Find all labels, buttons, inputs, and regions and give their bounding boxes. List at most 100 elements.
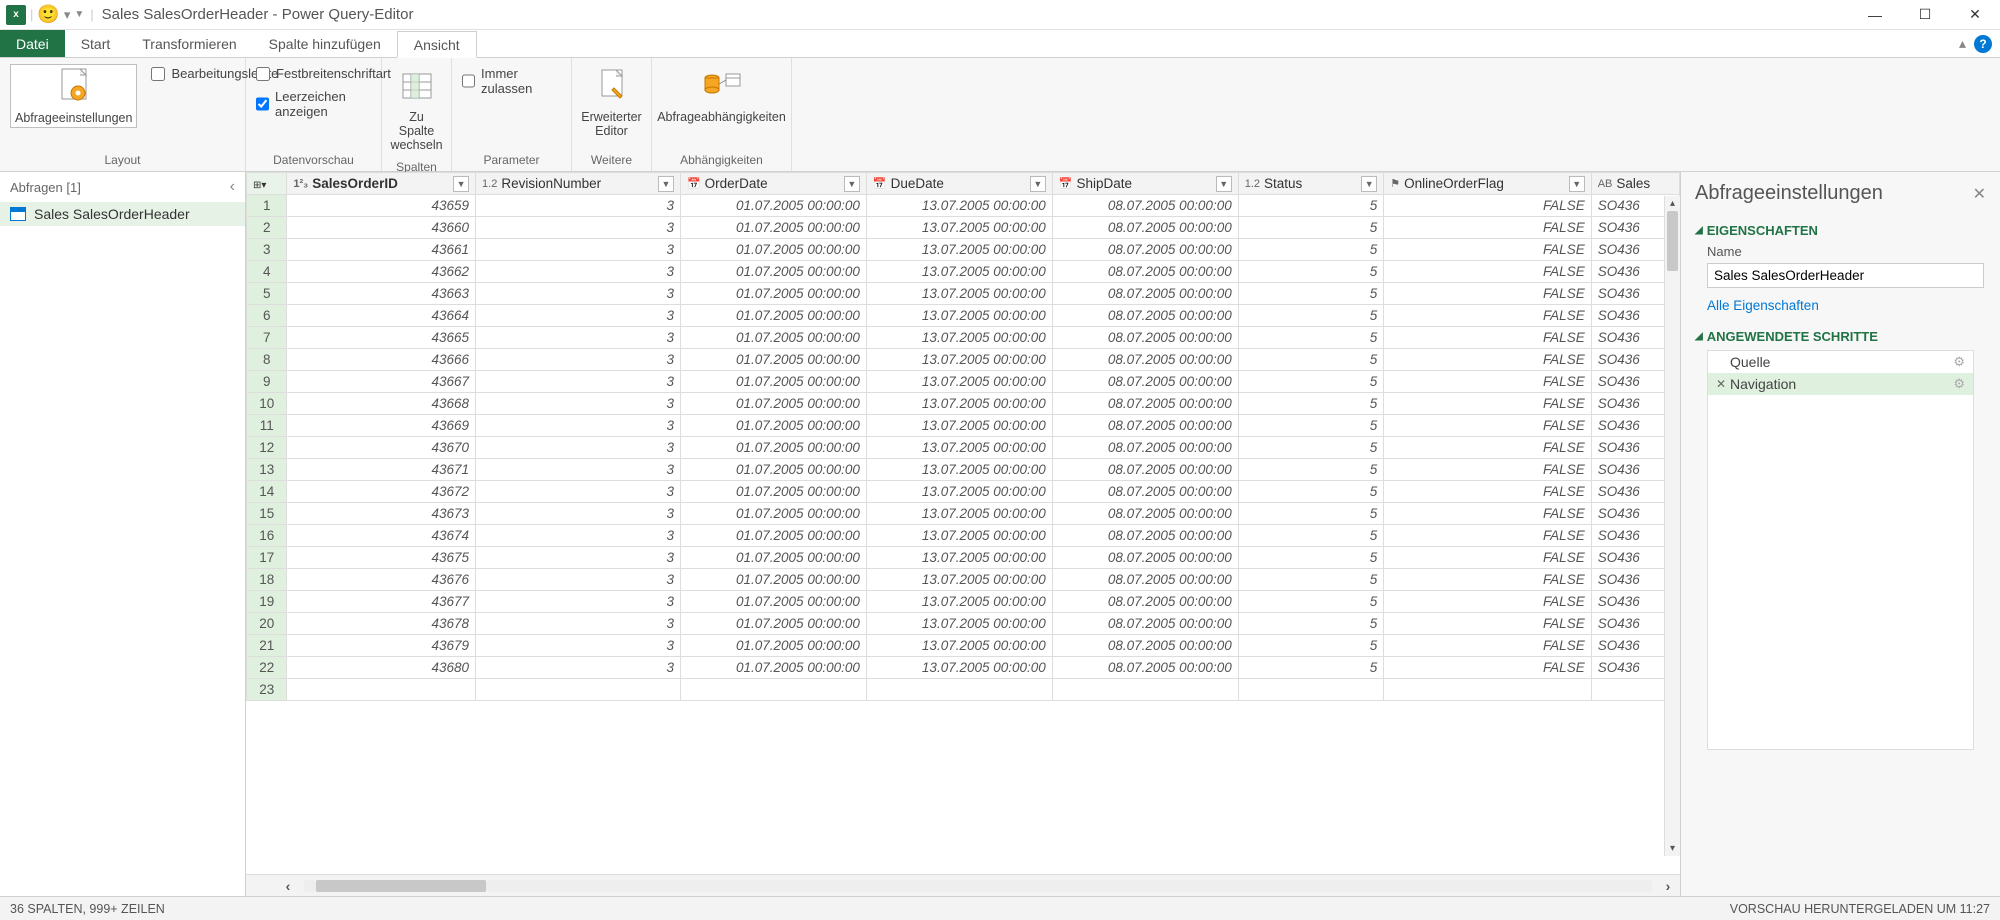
cell-status[interactable]: [1238, 679, 1384, 701]
go-to-column-button[interactable]: Zu Spalte wechseln: [386, 64, 446, 154]
tab-view[interactable]: Ansicht: [397, 31, 477, 58]
cell-orderdate[interactable]: 01.07.2005 00:00:00: [680, 195, 866, 217]
cell-revision[interactable]: 3: [476, 393, 681, 415]
cell-revision[interactable]: 3: [476, 569, 681, 591]
cell-onlineorderflag[interactable]: FALSE: [1384, 283, 1591, 305]
row-number[interactable]: 1: [247, 195, 287, 217]
always-allow-checkbox[interactable]: Immer zulassen: [462, 66, 561, 96]
filter-dropdown-icon[interactable]: ▼: [453, 176, 469, 192]
scroll-right-icon[interactable]: ›: [1656, 878, 1680, 894]
row-number[interactable]: 21: [247, 635, 287, 657]
query-name-input[interactable]: [1707, 263, 1984, 288]
cell-revision[interactable]: 3: [476, 459, 681, 481]
cell-salesorderid[interactable]: 43664: [287, 305, 476, 327]
cell-orderdate[interactable]: 01.07.2005 00:00:00: [680, 525, 866, 547]
help-icon[interactable]: ?: [1974, 35, 1992, 53]
table-corner[interactable]: ⊞▾: [247, 173, 287, 195]
cell-shipdate[interactable]: 08.07.2005 00:00:00: [1052, 261, 1238, 283]
cell-shipdate[interactable]: 08.07.2005 00:00:00: [1052, 415, 1238, 437]
cell-onlineorderflag[interactable]: FALSE: [1384, 371, 1591, 393]
cell-duedate[interactable]: 13.07.2005 00:00:00: [866, 613, 1052, 635]
cell-onlineorderflag[interactable]: FALSE: [1384, 393, 1591, 415]
cell-status[interactable]: 5: [1238, 239, 1384, 261]
cell-status[interactable]: 5: [1238, 349, 1384, 371]
row-number[interactable]: 7: [247, 327, 287, 349]
cell-status[interactable]: 5: [1238, 503, 1384, 525]
cell-status[interactable]: 5: [1238, 393, 1384, 415]
cell-shipdate[interactable]: 08.07.2005 00:00:00: [1052, 481, 1238, 503]
cell-duedate[interactable]: 13.07.2005 00:00:00: [866, 569, 1052, 591]
cell-shipdate[interactable]: 08.07.2005 00:00:00: [1052, 613, 1238, 635]
cell-shipdate[interactable]: 08.07.2005 00:00:00: [1052, 239, 1238, 261]
row-number[interactable]: 20: [247, 613, 287, 635]
cell-duedate[interactable]: 13.07.2005 00:00:00: [866, 371, 1052, 393]
table-row[interactable]: 943667301.07.2005 00:00:0013.07.2005 00:…: [247, 371, 1680, 393]
cell-status[interactable]: 5: [1238, 481, 1384, 503]
table-row[interactable]: 1843676301.07.2005 00:00:0013.07.2005 00…: [247, 569, 1680, 591]
cell-orderdate[interactable]: 01.07.2005 00:00:00: [680, 371, 866, 393]
qat-overflow-icon[interactable]: ▼: [74, 9, 84, 20]
cell-duedate[interactable]: 13.07.2005 00:00:00: [866, 239, 1052, 261]
cell-onlineorderflag[interactable]: FALSE: [1384, 327, 1591, 349]
cell-duedate[interactable]: 13.07.2005 00:00:00: [866, 415, 1052, 437]
cell-orderdate[interactable]: 01.07.2005 00:00:00: [680, 503, 866, 525]
smiley-icon[interactable]: 🙂: [37, 4, 59, 25]
cell-shipdate[interactable]: 08.07.2005 00:00:00: [1052, 525, 1238, 547]
scroll-down-icon[interactable]: ▾: [1670, 841, 1675, 856]
cell-shipdate[interactable]: 08.07.2005 00:00:00: [1052, 437, 1238, 459]
cell-orderdate[interactable]: 01.07.2005 00:00:00: [680, 635, 866, 657]
cell-shipdate[interactable]: 08.07.2005 00:00:00: [1052, 283, 1238, 305]
cell-salesorderid[interactable]: 43670: [287, 437, 476, 459]
row-number[interactable]: 17: [247, 547, 287, 569]
cell-status[interactable]: 5: [1238, 217, 1384, 239]
cell-shipdate[interactable]: 08.07.2005 00:00:00: [1052, 217, 1238, 239]
row-number[interactable]: 16: [247, 525, 287, 547]
cell-orderdate[interactable]: 01.07.2005 00:00:00: [680, 415, 866, 437]
cell-duedate[interactable]: 13.07.2005 00:00:00: [866, 305, 1052, 327]
table-row[interactable]: 343661301.07.2005 00:00:0013.07.2005 00:…: [247, 239, 1680, 261]
vertical-scrollbar[interactable]: ▴ ▾: [1664, 196, 1680, 856]
cell-onlineorderflag[interactable]: FALSE: [1384, 195, 1591, 217]
cell-orderdate[interactable]: 01.07.2005 00:00:00: [680, 569, 866, 591]
cell-shipdate[interactable]: 08.07.2005 00:00:00: [1052, 459, 1238, 481]
cell-onlineorderflag[interactable]: FALSE: [1384, 635, 1591, 657]
cell-shipdate[interactable]: 08.07.2005 00:00:00: [1052, 327, 1238, 349]
cell-shipdate[interactable]: 08.07.2005 00:00:00: [1052, 591, 1238, 613]
filter-dropdown-icon[interactable]: ▼: [844, 176, 860, 192]
table-row[interactable]: 843666301.07.2005 00:00:0013.07.2005 00:…: [247, 349, 1680, 371]
row-number[interactable]: 14: [247, 481, 287, 503]
cell-onlineorderflag[interactable]: FALSE: [1384, 217, 1591, 239]
cell-duedate[interactable]: 13.07.2005 00:00:00: [866, 283, 1052, 305]
row-number[interactable]: 4: [247, 261, 287, 283]
cell-revision[interactable]: 3: [476, 371, 681, 393]
cell-status[interactable]: 5: [1238, 635, 1384, 657]
table-row[interactable]: 1143669301.07.2005 00:00:0013.07.2005 00…: [247, 415, 1680, 437]
cell-status[interactable]: 5: [1238, 305, 1384, 327]
cell-revision[interactable]: 3: [476, 327, 681, 349]
cell-revision[interactable]: 3: [476, 657, 681, 679]
tab-start[interactable]: Start: [65, 30, 127, 57]
cell-status[interactable]: 5: [1238, 547, 1384, 569]
cell-revision[interactable]: 3: [476, 481, 681, 503]
cell-onlineorderflag[interactable]: FALSE: [1384, 613, 1591, 635]
close-button[interactable]: ✕: [1950, 0, 2000, 30]
cell-salesorderid[interactable]: 43659: [287, 195, 476, 217]
row-number[interactable]: 9: [247, 371, 287, 393]
cell-onlineorderflag[interactable]: FALSE: [1384, 547, 1591, 569]
cell-revision[interactable]: 3: [476, 349, 681, 371]
table-row[interactable]: 23: [247, 679, 1680, 701]
cell-salesorderid[interactable]: 43680: [287, 657, 476, 679]
cell-orderdate[interactable]: 01.07.2005 00:00:00: [680, 239, 866, 261]
tab-file[interactable]: Datei: [0, 30, 65, 57]
queries-collapse-icon[interactable]: ‹: [230, 178, 235, 196]
column-header-orderdate[interactable]: 📅OrderDate▼: [680, 173, 866, 195]
horizontal-scrollbar[interactable]: ‹ ›: [246, 874, 1680, 896]
cell-onlineorderflag[interactable]: FALSE: [1384, 437, 1591, 459]
scroll-up-icon[interactable]: ▴: [1670, 196, 1675, 211]
cell-salesorderid[interactable]: 43667: [287, 371, 476, 393]
cell-status[interactable]: 5: [1238, 437, 1384, 459]
all-properties-link[interactable]: Alle Eigenschaften: [1707, 298, 1819, 313]
cell-orderdate[interactable]: 01.07.2005 00:00:00: [680, 349, 866, 371]
cell-shipdate[interactable]: 08.07.2005 00:00:00: [1052, 393, 1238, 415]
cell-status[interactable]: 5: [1238, 283, 1384, 305]
